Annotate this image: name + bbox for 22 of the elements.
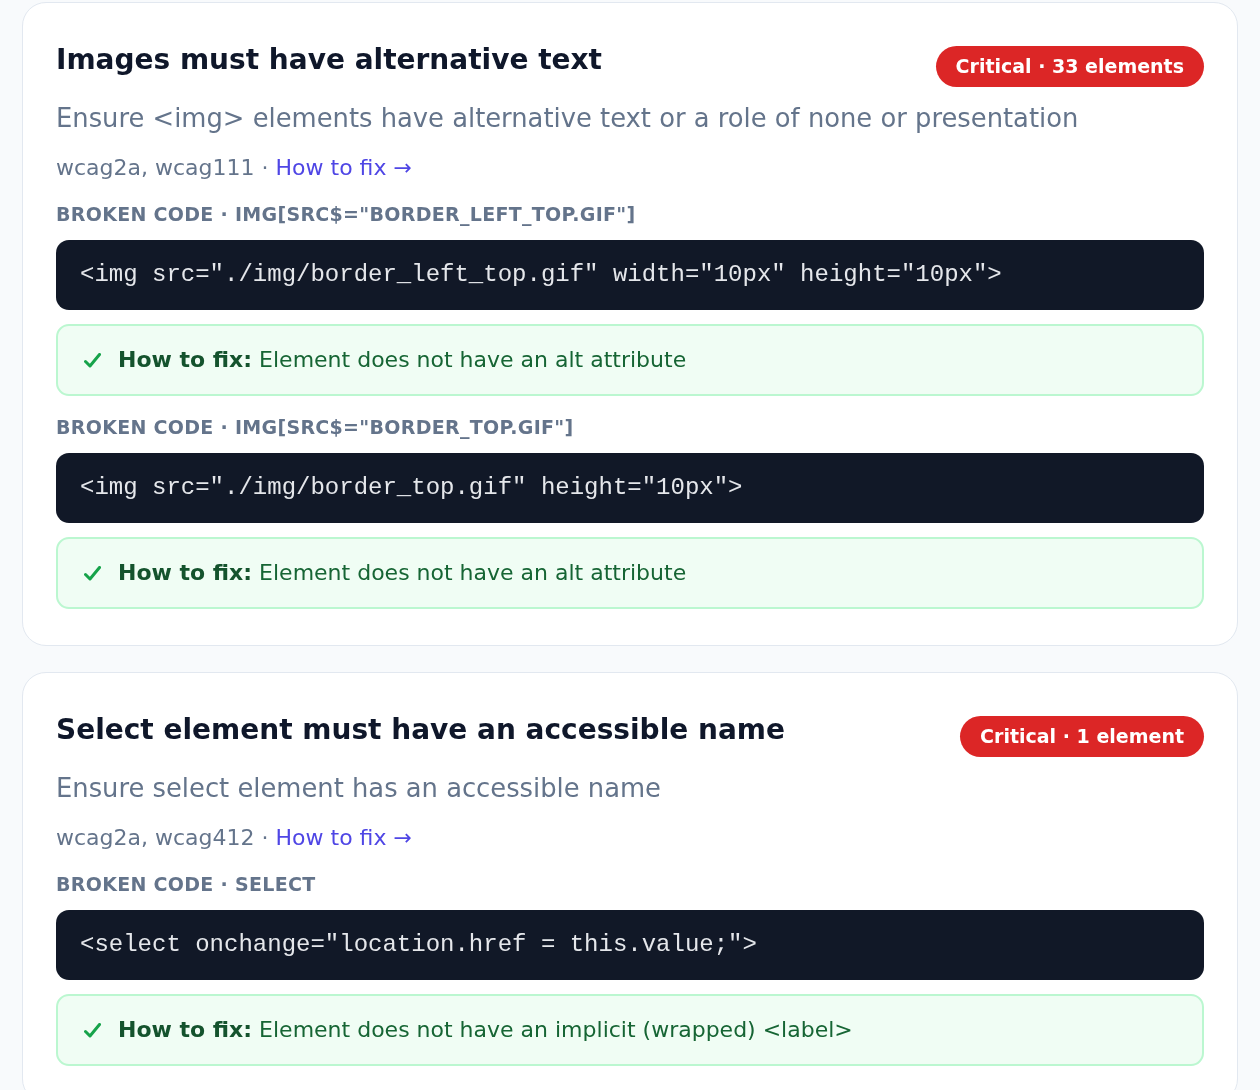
broken-code-label: BROKEN CODE · IMG[SRC$="BORDER_TOP.GIF"]: [56, 415, 575, 441]
fix-text: How to fix: Element does not have an implicit (wrapped) <label>: [118, 1016, 853, 1044]
check-icon: [84, 352, 101, 368]
how-to-fix-link[interactable]: How to fix →: [275, 822, 412, 854]
rule-tags: wcag2a, wcag412 ·: [56, 822, 269, 854]
code-block: <img src="./img/border_top.gif" height="10px">: [56, 453, 1204, 523]
fix-text: How to fix: Element does not have an alt attribute: [118, 559, 687, 587]
severity-badge: Critical · 1 element: [960, 716, 1204, 757]
fix-text: How to fix: Element does not have an alt attribute: [118, 346, 687, 374]
check-icon: [84, 565, 101, 581]
broken-code-label: BROKEN CODE · SELECT: [56, 872, 317, 897]
code-block: <img src="./img/border_left_top.gif" width="10px" height="10px">: [56, 240, 1204, 310]
rule-tags: wcag2a, wcag111 ·: [56, 152, 269, 184]
broken-code-label: BROKEN CODE · IMG[SRC$="BORDER_LEFT_TOP.GIF"]: [56, 202, 637, 228]
rule-title: Select element must have an accessible name: [56, 712, 785, 748]
rule-description: Ensure select element has an accessible name: [56, 772, 662, 805]
check-icon: [84, 1022, 101, 1038]
how-to-fix-link[interactable]: How to fix →: [275, 152, 412, 184]
severity-badge: Critical · 33 elements: [935, 46, 1204, 87]
code-block: <select onchange="location.href = this.value;">: [56, 910, 1204, 980]
rule-description: Ensure <img> elements have alternative text or a role of none or presentation: [56, 102, 1080, 135]
rule-title: Images must have alternative text: [56, 42, 602, 78]
